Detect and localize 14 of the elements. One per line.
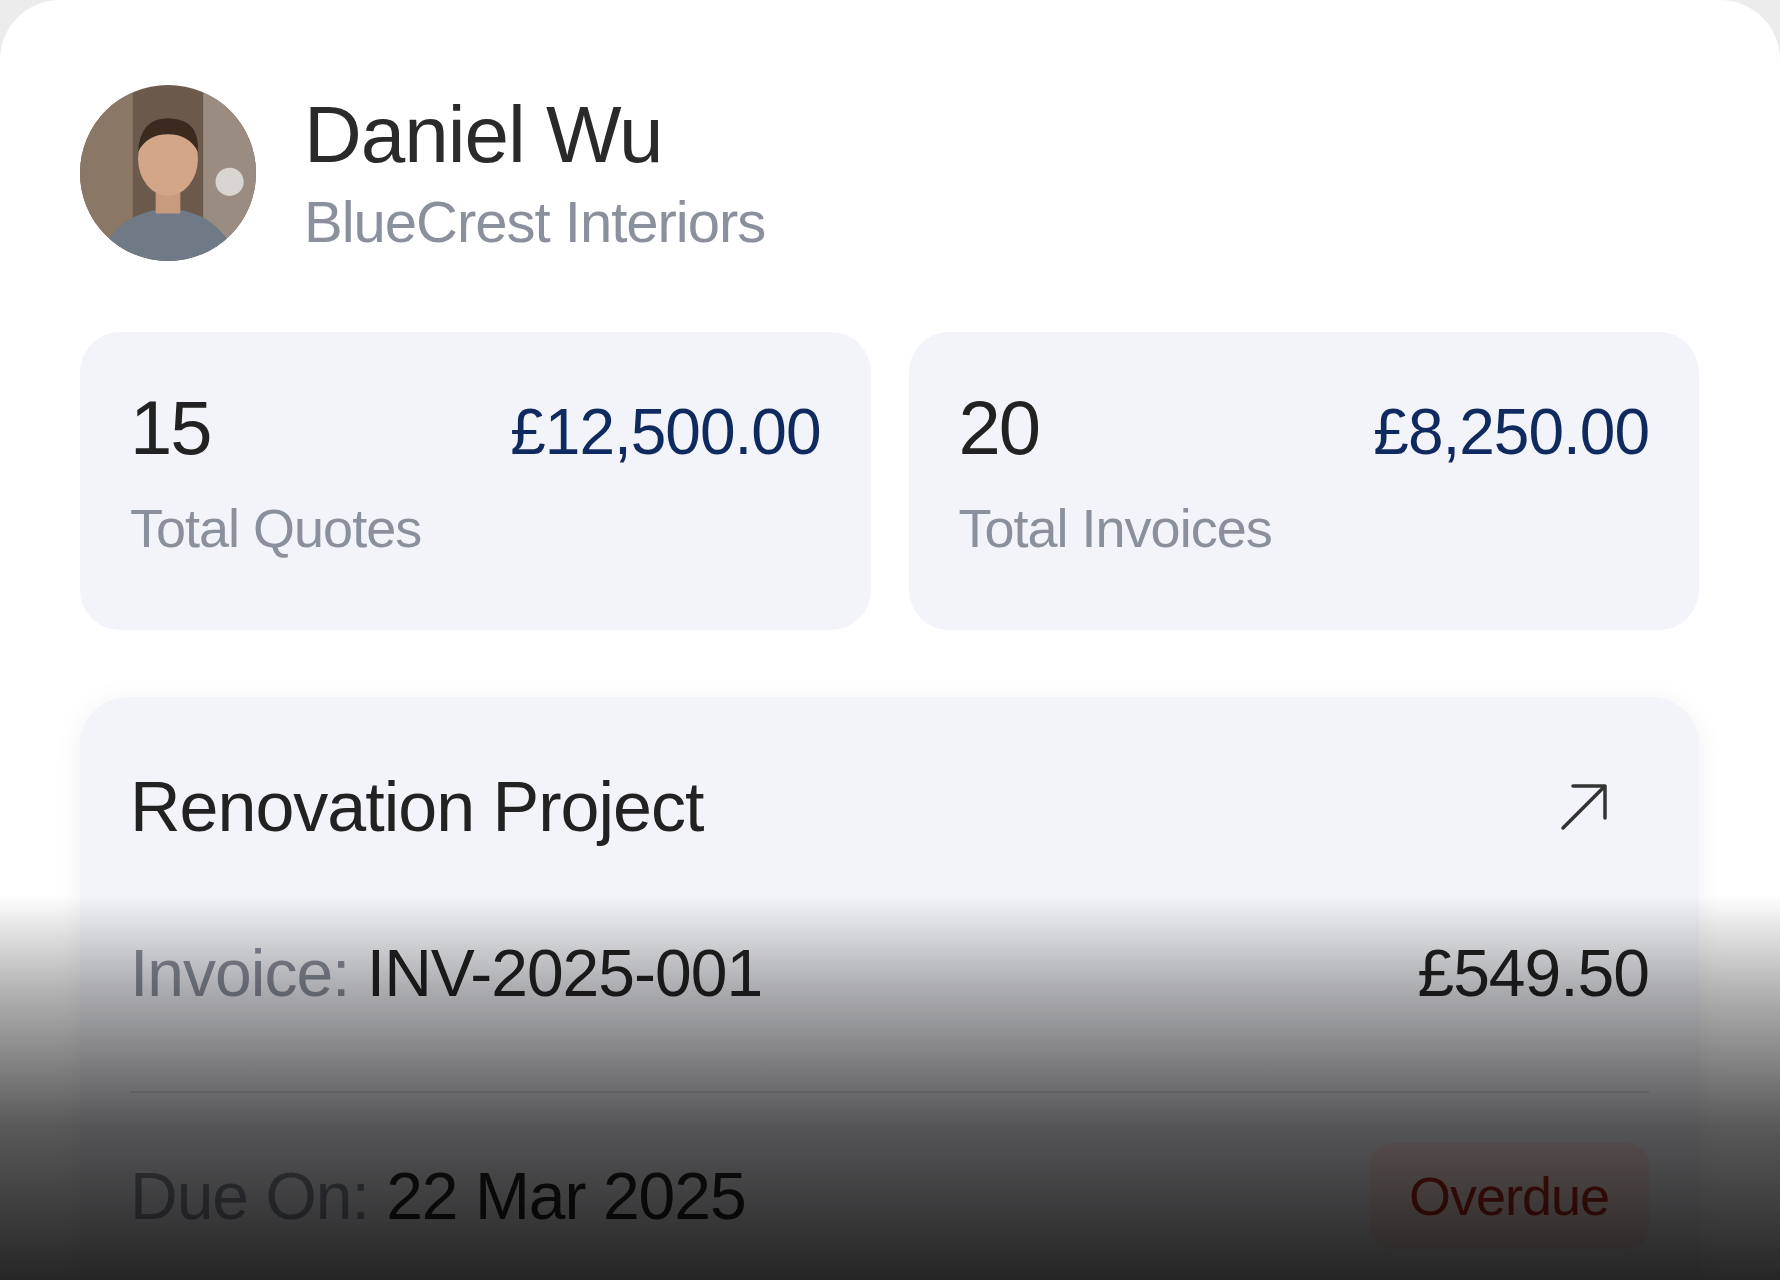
- stat-amount: £12,500.00: [510, 395, 821, 469]
- invoice-label: Invoice:: [130, 936, 350, 1010]
- project-title: Renovation Project: [130, 767, 704, 847]
- stat-count: 20: [958, 384, 1040, 471]
- invoice-amount: £549.50: [1417, 935, 1649, 1011]
- company-name: BlueCrest Interiors: [304, 188, 766, 257]
- stat-count: 15: [130, 384, 211, 471]
- stat-label: Total Quotes: [130, 497, 423, 559]
- arrow-icon[interactable]: [1559, 782, 1609, 832]
- stat-amount: £8,250.00: [1373, 395, 1649, 469]
- due-date: 22 Mar 2025: [386, 1159, 746, 1233]
- invoice-number: INV-2025-001: [366, 936, 763, 1010]
- profile-name: Daniel Wu: [304, 89, 664, 182]
- stat-label: Total Invoices: [958, 497, 1273, 559]
